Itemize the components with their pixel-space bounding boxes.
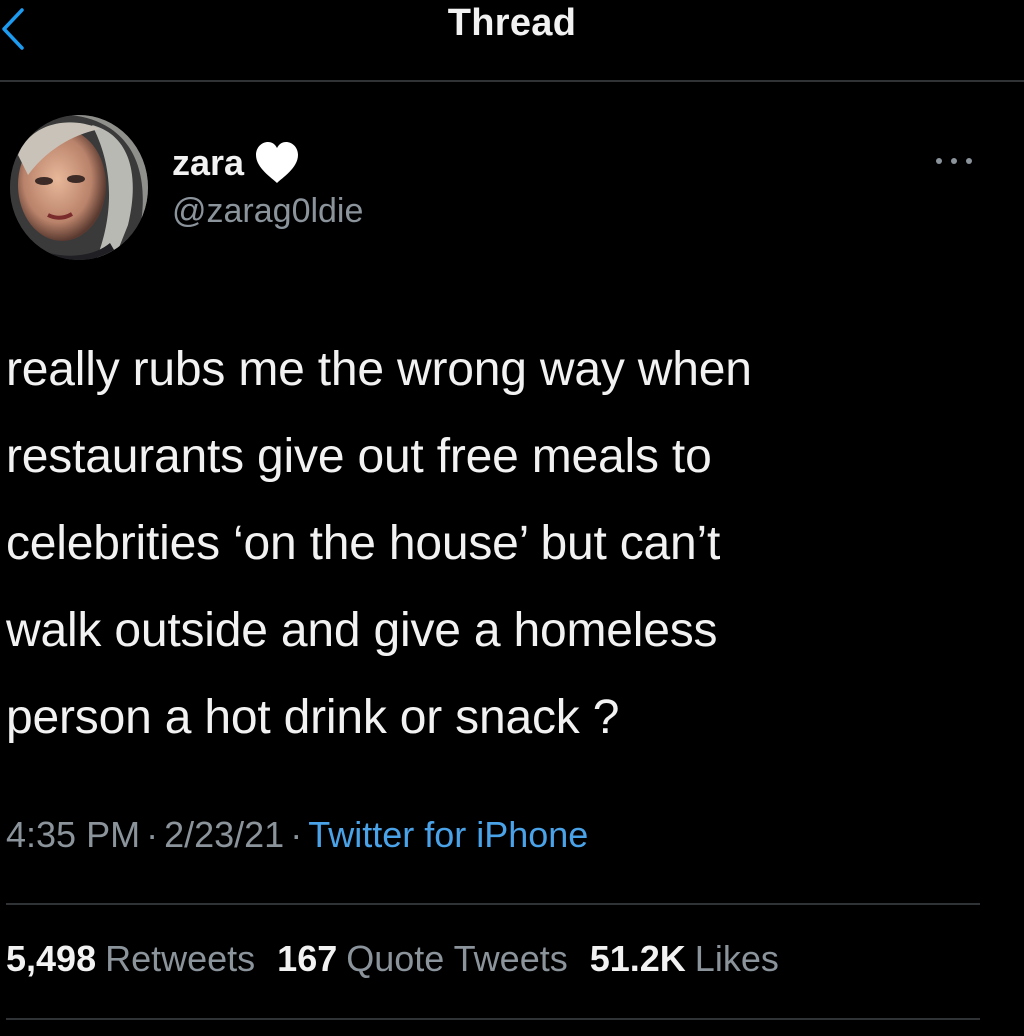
stats-divider-top [6,903,980,905]
quote-tweets-count: 167 [277,938,338,979]
white-heart-icon [256,142,299,183]
tweet-line: walk outside and give a homeless [6,604,718,657]
tweet-metadata: 4:35 PM · 2/23/21 · Twitter for iPhone [6,814,588,856]
more-options-button[interactable] [930,150,978,172]
page-title: Thread [447,2,577,44]
stats-divider-bottom [6,1018,980,1020]
tweet-line: celebrities ‘on the house’ but can’t [6,517,721,570]
engagement-stats: 5,498 Retweets 167 Quote Tweets 51.2K Li… [6,938,801,980]
header-divider [0,80,1024,82]
likes-label: Likes [694,938,779,979]
profile-photo [10,115,148,260]
retweets-label: Retweets [105,938,256,979]
ellipsis-icon [936,158,972,164]
avatar[interactable] [10,115,148,260]
quote-tweets-stat[interactable]: 167 Quote Tweets [277,938,568,980]
likes-stat[interactable]: 51.2K Likes [590,938,779,980]
tweet-line: really rubs me the wrong way when [6,343,752,396]
likes-count: 51.2K [589,938,686,979]
retweets-stat[interactable]: 5,498 Retweets [6,938,255,980]
retweets-count: 5,498 [6,938,97,979]
tweet-date: 2/23/21 [164,814,285,855]
tweet-source-link[interactable]: Twitter for iPhone [308,814,588,855]
tweet-line: restaurants give out free meals to [6,430,712,483]
display-name[interactable]: zara [172,142,244,184]
tweet-time: 4:35 PM [6,814,141,855]
meta-separator: · [146,814,159,855]
tweet-line: person a hot drink or snack ? [6,691,620,744]
quote-tweets-label: Quote Tweets [346,938,568,979]
meta-separator: · [290,814,303,855]
author-name-row: zara [172,138,300,188]
user-handle[interactable]: @zarag0ldie [172,192,363,231]
tweet-body: really rubs me the wrong way when restau… [6,326,1006,761]
top-bar: Thread [0,0,1024,80]
